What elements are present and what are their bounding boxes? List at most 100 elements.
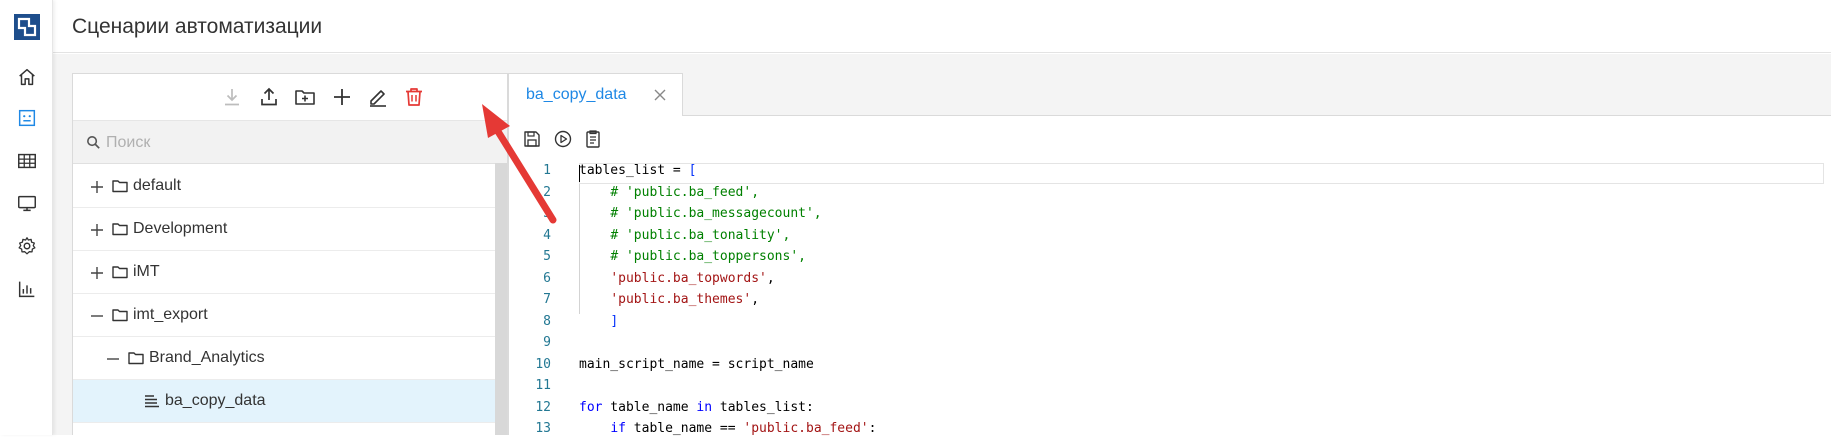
code-token [579,314,610,329]
page-header: Сценарии автоматизации [53,0,1831,53]
code-text: tables_list = [ [579,163,696,178]
code-token: 'public.ba_topwords' [610,271,767,286]
code-line[interactable]: 1 tables_list = [ [509,160,1831,182]
collapse-icon[interactable] [89,308,105,324]
code-token: # 'public.ba_messagecount', [610,206,821,221]
code-token: in [696,400,712,415]
tree-row-label: imt_export [133,306,208,324]
code-text: 'public.ba_topwords', [579,271,775,286]
expand-icon[interactable] [89,179,105,195]
tree-row-label: ba_copy_data [165,392,266,410]
line-number: 3 [509,206,551,221]
code-line[interactable]: 13 if table_name == 'public.ba_feed': [509,418,1831,436]
code-text: # 'public.ba_toppersons', [579,249,806,264]
code-line[interactable]: 10 main_script_name = script_name [509,354,1831,376]
code-token: for [579,400,602,415]
folder-icon [111,263,129,281]
tree-row-ba-copy-data[interactable]: ba_copy_data [73,380,495,423]
folder-add-icon [293,85,317,109]
nav-reports[interactable] [0,269,53,309]
expand-icon[interactable] [89,265,105,281]
code-line[interactable]: 8 ] [509,311,1831,333]
line-number: 6 [509,271,551,286]
tree-row-imt[interactable]: iMT [73,251,495,294]
download-button[interactable] [217,82,247,112]
upload-button[interactable] [254,82,284,112]
add-folder-button[interactable] [290,82,320,112]
code-token [579,228,610,243]
line-number: 4 [509,228,551,243]
folder-icon [111,177,129,195]
code-token: table_name [602,400,696,415]
run-icon [553,129,573,149]
nav-scenarios[interactable] [0,98,53,138]
code-line[interactable]: 5 # 'public.ba_toppersons', [509,246,1831,268]
nav-monitor[interactable] [0,183,53,223]
tab-label: ba_copy_data [526,86,627,104]
tab-ba-copy-data[interactable]: ba_copy_data [508,73,683,116]
line-number: 11 [509,378,551,393]
line-number: 13 [509,421,551,436]
nav-tables[interactable] [0,141,53,181]
scenario-tree-panel: default Development iMT imt_export Brand… [72,73,508,435]
plus-icon [330,85,354,109]
tree-row-development[interactable]: Development [73,208,495,251]
copy-script-button[interactable] [580,126,606,152]
trash-icon [402,85,426,109]
delete-button[interactable] [399,82,429,112]
code-line[interactable]: 11 [509,375,1831,397]
tree-row-default[interactable]: default [73,165,495,208]
folder-icon [127,349,145,367]
search-input[interactable] [106,131,486,155]
collapse-icon[interactable] [105,351,121,367]
line-number: 1 [509,163,551,178]
table-icon [16,150,38,172]
code-text: ] [579,314,618,329]
code-token: # 'public.ba_feed', [610,185,759,200]
code-text: 'public.ba_themes', [579,292,759,307]
rename-button[interactable] [363,82,393,112]
code-text: # 'public.ba_feed', [579,185,759,200]
code-line[interactable]: 6 'public.ba_topwords', [509,268,1831,290]
code-line[interactable]: 12for table_name in tables_list: [509,397,1831,419]
nav-home[interactable] [0,57,53,97]
close-icon[interactable] [651,86,669,104]
app-logo-icon[interactable] [14,14,40,40]
tree-search [73,120,507,164]
code-line[interactable]: 9 [509,332,1831,354]
code-area[interactable]: 1tables_list = [2 # 'public.ba_feed',3 #… [509,160,1831,436]
code-text: main_script_name = script_name [579,357,814,372]
code-token: 'public.ba_feed' [743,421,868,436]
tree-row-imt-export[interactable]: imt_export [73,294,495,337]
save-icon [522,129,542,149]
code-token [579,421,610,436]
gear-icon [16,235,38,257]
tree-row-brand-analytics[interactable]: Brand_Analytics [73,337,495,380]
line-number: 10 [509,357,551,372]
run-button[interactable] [550,126,576,152]
code-line[interactable]: 3 # 'public.ba_messagecount', [509,203,1831,225]
tree-row-label: iMT [133,263,160,281]
nav-settings[interactable] [0,226,53,266]
folder-icon [111,220,129,238]
code-line[interactable]: 4 # 'public.ba_tonality', [509,225,1831,247]
code-token: table_name == [626,421,743,436]
code-line[interactable]: 2 # 'public.ba_feed', [509,182,1831,204]
bar-chart-icon [16,278,38,300]
code-token [579,206,610,221]
copy-script-icon [583,129,603,149]
tree-scrollbar[interactable] [495,163,507,435]
add-script-button[interactable] [327,82,357,112]
code-line[interactable]: 7 'public.ba_themes', [509,289,1831,311]
code-token: , [751,292,759,307]
save-button[interactable] [519,126,545,152]
code-token: # 'public.ba_tonality', [610,228,790,243]
code-text: if table_name == 'public.ba_feed': [579,421,876,436]
script-icon [143,392,161,410]
line-number: 7 [509,292,551,307]
code-token: if [610,421,626,436]
code-token: [ [689,163,697,178]
expand-icon[interactable] [89,222,105,238]
code-token: 'public.ba_themes' [610,292,751,307]
code-token: main_script_name = script_name [579,357,814,372]
